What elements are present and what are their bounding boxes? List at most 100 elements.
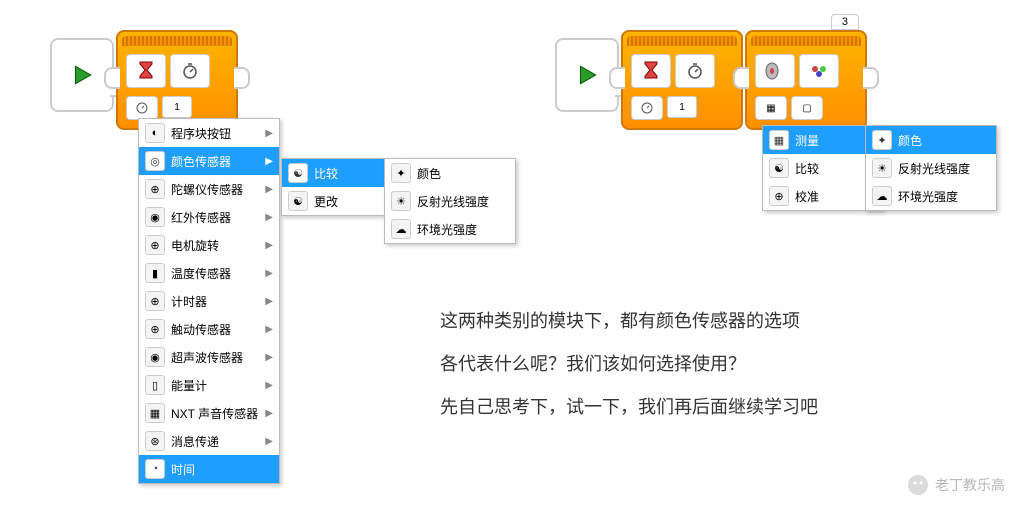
menu-item-icon: ⊕ <box>145 319 165 339</box>
mode-dropdown[interactable] <box>126 96 158 120</box>
chevron-right-icon: ▶ <box>265 408 273 419</box>
menu-item-10[interactable]: ▦ NXT 声音传感器 ▶ <box>139 399 279 427</box>
menu-item-label: 比较 <box>314 165 338 182</box>
menu-item-label: 计时器 <box>171 293 207 310</box>
mode-dropdown[interactable] <box>631 96 663 120</box>
menu-item-0[interactable]: ◐ 程序块按钮 ▶ <box>139 119 279 147</box>
menu-item-1[interactable]: ◎ 颜色传感器 ▶ <box>139 147 279 175</box>
chevron-right-icon: ▶ <box>265 128 273 139</box>
menu-item-6[interactable]: ⊕ 计时器 ▶ <box>139 287 279 315</box>
menu-item-2[interactable]: ⊕陀螺仪传感器▶ <box>139 175 279 203</box>
menu-item-icon: ✦ <box>391 163 411 183</box>
menu-item-1[interactable]: ☀ 反射光线强度 <box>866 154 996 182</box>
menu-item-icon: ◉ <box>145 207 165 227</box>
play-icon <box>69 62 95 88</box>
menu-item-2[interactable]: ☁ 环境光强度 <box>866 182 996 210</box>
chevron-right-icon: ▶ <box>265 212 273 223</box>
menu-item-icon: ☀ <box>391 191 411 211</box>
menu-item-icon: ✦ <box>872 130 892 150</box>
menu-item-label: 程序块按钮 <box>171 125 231 142</box>
menu-item-icon: ▦ <box>769 130 789 150</box>
menu-item-label: 超声波传感器 <box>171 349 243 366</box>
description-text: 这两种类别的模块下，都有颜色传感器的选项 各代表什么呢？我们该如何选择使用？ 先… <box>440 300 1000 430</box>
wait-block[interactable]: 1 <box>116 30 238 130</box>
menu-item-9[interactable]: ▯ 能量计 ▶ <box>139 371 279 399</box>
menu-item-label: 环境光强度 <box>898 188 958 205</box>
color-sensor-icon <box>755 54 795 88</box>
menu-item-label: 更改 <box>314 193 338 210</box>
menu-item-label: 颜色 <box>417 165 441 182</box>
menu-item-icon: ◐ <box>145 123 165 143</box>
chevron-right-icon: ▶ <box>265 380 273 391</box>
sensor-menu[interactable]: ◐程序块按钮▶◎颜色传感器▶⊕陀螺仪传感器▶◉红外传感器▶⊕电机旋转▶▮温度传感… <box>138 118 280 484</box>
menu-item-icon: ⊛ <box>145 431 165 451</box>
measure-dropdown[interactable]: ▦ <box>755 96 787 120</box>
menu-item-label: 能量计 <box>171 377 207 394</box>
menu-item-icon: ☯ <box>288 191 308 211</box>
menu-item-icon: ▯ <box>145 375 165 395</box>
menu-item-5[interactable]: ▮ 温度传感器 ▶ <box>139 259 279 287</box>
menu-item-label: 测量 <box>795 132 819 149</box>
chevron-right-icon: ▶ <box>265 352 273 363</box>
menu-item-icon: ▮ <box>145 263 165 283</box>
menu-item-label: 比较 <box>795 160 819 177</box>
menu-item-icon: ◎ <box>145 151 165 171</box>
chevron-right-icon: ▶ <box>265 240 273 251</box>
menu-item-label: 反射光线强度 <box>898 160 970 177</box>
menu-item-label: NXT 声音传感器 <box>171 405 258 422</box>
color-dots-icon <box>799 54 839 88</box>
output-plug: ▢ <box>791 96 823 120</box>
menu-item-label: 颜色传感器 <box>171 153 231 170</box>
color-sensor-block[interactable]: 3 ▦ ▢ <box>745 30 867 130</box>
menu-item-icon: ◔ <box>145 459 165 479</box>
menu-item-label: 消息传递 <box>171 433 219 450</box>
menu-item-icon: ⊕ <box>145 235 165 255</box>
menu-item-icon: ☯ <box>769 158 789 178</box>
timer-icon <box>675 54 715 88</box>
menu-item-icon: ⊕ <box>769 186 789 206</box>
hourglass-icon <box>126 54 166 88</box>
menu-item-icon: ☯ <box>288 163 308 183</box>
menu-item-3[interactable]: ◉ 红外传感器 ▶ <box>139 203 279 231</box>
menu-item-2[interactable]: ☁ 环境光强度 <box>385 215 515 243</box>
menu-item-0[interactable]: ✦ 颜色 <box>385 159 515 187</box>
menu-item-label: 触动传感器 <box>171 321 231 338</box>
menu-item-label: 校准 <box>795 188 819 205</box>
chevron-right-icon: ▶ <box>265 324 273 335</box>
menu-item-7[interactable]: ⊕ 触动传感器 ▶ <box>139 315 279 343</box>
chevron-right-icon: ▶ <box>265 436 273 447</box>
menu-item-label: 环境光强度 <box>417 221 477 238</box>
menu-item-label: 电机旋转 <box>171 237 219 254</box>
menu-item-4[interactable]: ⊕ 电机旋转 ▶ <box>139 231 279 259</box>
chevron-right-icon: ▶ <box>265 184 273 195</box>
port-label: 1 <box>162 96 192 118</box>
menu-item-icon: ☁ <box>872 186 892 206</box>
menu-item-label: 颜色 <box>898 132 922 149</box>
chevron-right-icon: ▶ <box>265 296 273 307</box>
menu-item-icon: ⊕ <box>145 179 165 199</box>
hourglass-icon <box>631 54 671 88</box>
menu-item-icon: ⊕ <box>145 291 165 311</box>
play-icon <box>574 62 600 88</box>
timer-icon <box>170 54 210 88</box>
menu-item-label: 红外传感器 <box>171 209 231 226</box>
menu-item-11[interactable]: ⊛ 消息传递 ▶ <box>139 427 279 455</box>
menu-item-8[interactable]: ◉ 超声波传感器 ▶ <box>139 343 279 371</box>
wait-block-right[interactable]: 1 <box>621 30 743 130</box>
menu-item-label: 反射光线强度 <box>417 193 489 210</box>
menu-item-12[interactable]: ◔时间 <box>139 455 279 483</box>
port-label-1: 1 <box>667 96 697 118</box>
watermark: 老丁教乐高 <box>907 474 1005 496</box>
color-options-menu[interactable]: ✦ 颜色 ☀ 反射光线强度 ☁ 环境光强度 <box>384 158 516 244</box>
menu-item-icon: ◉ <box>145 347 165 367</box>
menu-item-icon: ▦ <box>145 403 165 423</box>
menu-item-0[interactable]: ✦ 颜色 <box>866 126 996 154</box>
chevron-right-icon: ▶ <box>265 268 273 279</box>
menu-item-icon: ☀ <box>872 158 892 178</box>
chevron-right-icon: ▶ <box>265 156 273 167</box>
color-mode-menu[interactable]: ✦ 颜色 ☀ 反射光线强度 ☁ 环境光强度 <box>865 125 997 211</box>
menu-item-icon: ☁ <box>391 219 411 239</box>
port-tab[interactable]: 3 <box>831 14 859 30</box>
menu-item-label: 温度传感器 <box>171 265 231 282</box>
menu-item-1[interactable]: ☀ 反射光线强度 <box>385 187 515 215</box>
